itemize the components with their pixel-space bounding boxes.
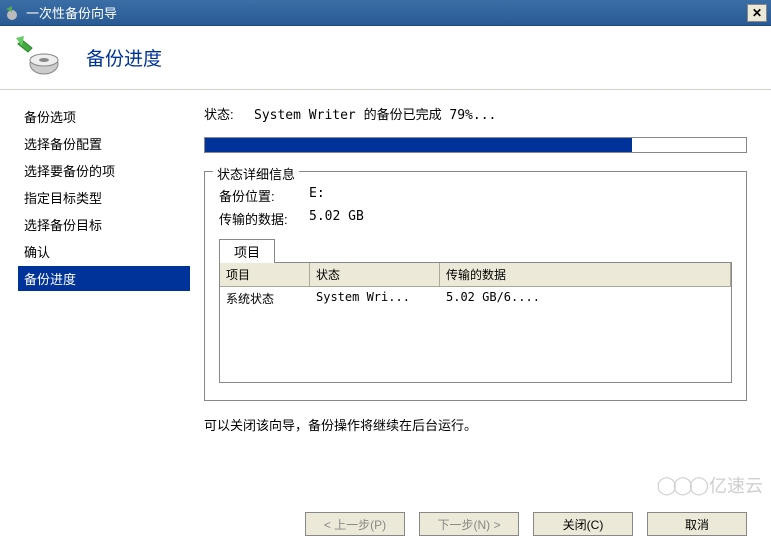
app-icon [4,5,20,21]
sidebar-item-config[interactable]: 选择备份配置 [18,131,190,156]
td-transferred: 5.02 GB/6.... [440,287,731,310]
backup-icon [14,34,62,82]
td-item: 系统状态 [220,287,310,310]
watermark-text: 亿速云 [709,472,763,498]
td-status: System Wri... [310,287,440,310]
close-button[interactable]: 关闭(C) [533,512,633,536]
watermark: ◯◯◯ 亿速云 [657,472,763,498]
wizard-header: 备份进度 [0,26,771,90]
status-row: 状态: System Writer 的备份已完成 79%... [204,104,747,123]
details-groupbox: 状态详细信息 备份位置: E: 传输的数据: 5.02 GB 项目 项目 状态 … [204,171,747,401]
table-row[interactable]: 系统状态 System Wri... 5.02 GB/6.... [220,287,731,310]
sidebar-item-target-type[interactable]: 指定目标类型 [18,185,190,210]
close-icon: ✕ [752,6,762,20]
window-title: 一次性备份向导 [24,3,747,22]
data-transferred-label: 传输的数据: [219,209,309,228]
groupbox-title: 状态详细信息 [213,164,299,183]
th-transferred[interactable]: 传输的数据 [440,263,731,286]
close-note: 可以关闭该向导，备份操作将继续在后台运行。 [204,415,747,434]
wizard-steps-sidebar: 备份选项 选择备份配置 选择要备份的项 指定目标类型 选择备份目标 确认 备份进… [0,90,190,490]
titlebar: 一次性备份向导 ✕ [0,0,771,26]
data-transferred-value: 5.02 GB [309,209,364,228]
tab-items[interactable]: 项目 [219,239,275,263]
data-transferred-row: 传输的数据: 5.02 GB [219,209,732,228]
items-table: 项目 状态 传输的数据 系统状态 System Wri... 5.02 GB/6… [219,263,732,383]
backup-location-row: 备份位置: E: [219,186,732,205]
progress-bar [204,137,747,153]
window-close-button[interactable]: ✕ [747,4,767,22]
progress-fill [205,138,632,152]
sidebar-item-options[interactable]: 备份选项 [18,104,190,129]
page-title: 备份进度 [86,44,162,71]
backup-location-label: 备份位置: [219,186,309,205]
status-value: System Writer 的备份已完成 79%... [254,104,496,123]
cancel-button[interactable]: 取消 [647,512,747,536]
tab-strip: 项目 [219,238,732,263]
next-button: 下一步(N) > [419,512,519,536]
prev-button: < 上一步(P) [305,512,405,536]
sidebar-item-target[interactable]: 选择备份目标 [18,212,190,237]
watermark-icon: ◯◯◯ [657,475,705,496]
status-label: 状态: [204,104,254,123]
table-header: 项目 状态 传输的数据 [220,263,731,287]
backup-location-value: E: [309,186,325,205]
th-status[interactable]: 状态 [310,263,440,286]
th-item[interactable]: 项目 [220,263,310,286]
wizard-body: 备份选项 选择备份配置 选择要备份的项 指定目标类型 选择备份目标 确认 备份进… [0,90,771,490]
sidebar-item-progress[interactable]: 备份进度 [18,266,190,291]
wizard-button-row: < 上一步(P) 下一步(N) > 关闭(C) 取消 [305,512,747,536]
sidebar-item-items[interactable]: 选择要备份的项 [18,158,190,183]
wizard-content: 状态: System Writer 的备份已完成 79%... 状态详细信息 备… [190,90,771,490]
sidebar-item-confirm[interactable]: 确认 [18,239,190,264]
